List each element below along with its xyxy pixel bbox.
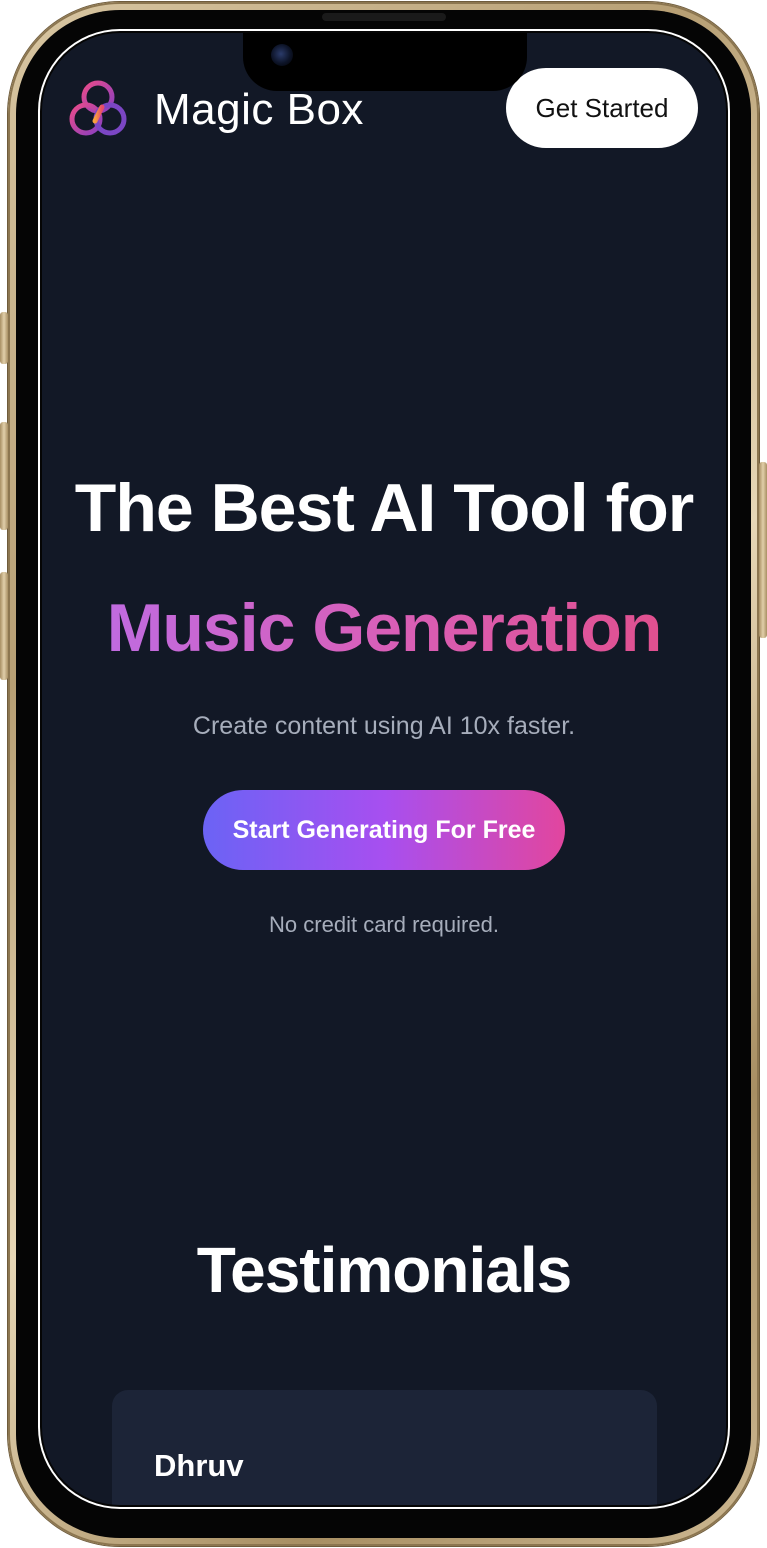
testimonial-author: Dhruv [154,1448,244,1483]
phone-power-button [759,462,767,638]
phone-volume-down-button [0,572,8,680]
no-credit-card-note: No credit card required. [269,912,499,937]
start-generating-button[interactable]: Start Generating For Free [203,790,565,870]
brand-name[interactable]: Magic Box [154,85,364,135]
front-camera-icon [271,44,293,66]
hero-title: The Best AI Tool for [74,470,694,546]
phone-mute-switch [0,312,8,364]
get-started-button[interactable]: Get Started [506,68,698,148]
testimonials-title: Testimonials [196,1234,572,1306]
testimonial-card: Dhruv [112,1390,657,1505]
phone-volume-up-button [0,422,8,530]
app-screen: Magic Box Get Started The Best AI Tool f… [42,33,726,1505]
earpiece-speaker [322,13,446,21]
hero-title-highlight: Music Generation [42,589,726,667]
hero-subtitle: Create content using AI 10x faster. [192,712,576,740]
hero-title-highlight-text: Music Generation [106,590,663,666]
triple-ring-logo-icon[interactable] [68,77,128,139]
